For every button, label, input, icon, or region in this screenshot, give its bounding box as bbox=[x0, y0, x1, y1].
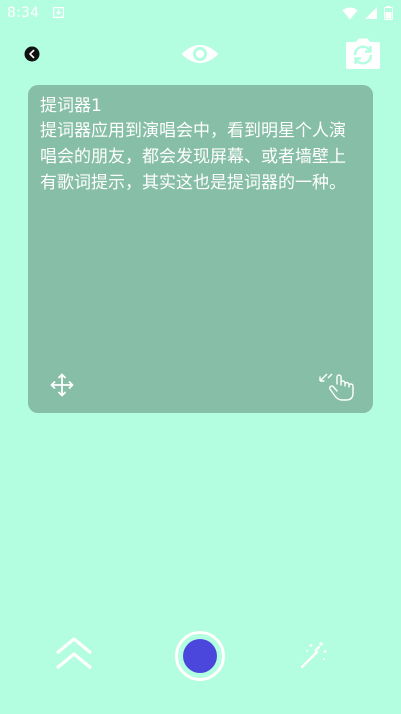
prompter-content: 提词器应用到演唱会中，看到明星个人演唱会的朋友，都会发现屏幕、或者墙壁上有歌词提… bbox=[40, 121, 346, 193]
preview-toggle-button[interactable] bbox=[180, 40, 220, 68]
effects-button[interactable] bbox=[298, 640, 328, 670]
status-icons bbox=[342, 6, 393, 20]
record-button[interactable] bbox=[175, 631, 225, 681]
prompter-title: 提词器1 bbox=[40, 96, 102, 116]
double-chevron-up-icon bbox=[55, 637, 93, 670]
battery-icon bbox=[384, 6, 393, 20]
back-arrow-icon bbox=[24, 46, 40, 62]
move-arrows-icon bbox=[50, 373, 74, 397]
camera-switch-icon bbox=[346, 38, 380, 69]
resize-handle[interactable] bbox=[318, 370, 356, 402]
resize-hand-icon bbox=[319, 373, 354, 401]
cell-signal-icon bbox=[364, 6, 378, 20]
status-time: 8:34 bbox=[7, 5, 40, 21]
record-icon bbox=[183, 639, 217, 673]
switch-camera-button[interactable] bbox=[345, 38, 381, 70]
scroll-speed-button[interactable] bbox=[54, 636, 94, 672]
move-handle[interactable] bbox=[50, 373, 74, 397]
eye-icon bbox=[181, 45, 219, 63]
wifi-icon bbox=[342, 7, 358, 20]
status-bar: 8:34 bbox=[0, 0, 401, 28]
download-notification-icon bbox=[53, 7, 64, 18]
magic-wand-icon bbox=[300, 642, 327, 669]
back-button[interactable] bbox=[23, 45, 41, 63]
prompter-card[interactable]: 提词器1 提词器应用到演唱会中，看到明星个人演唱会的朋友，都会发现屏幕、或者墙壁… bbox=[28, 85, 373, 413]
